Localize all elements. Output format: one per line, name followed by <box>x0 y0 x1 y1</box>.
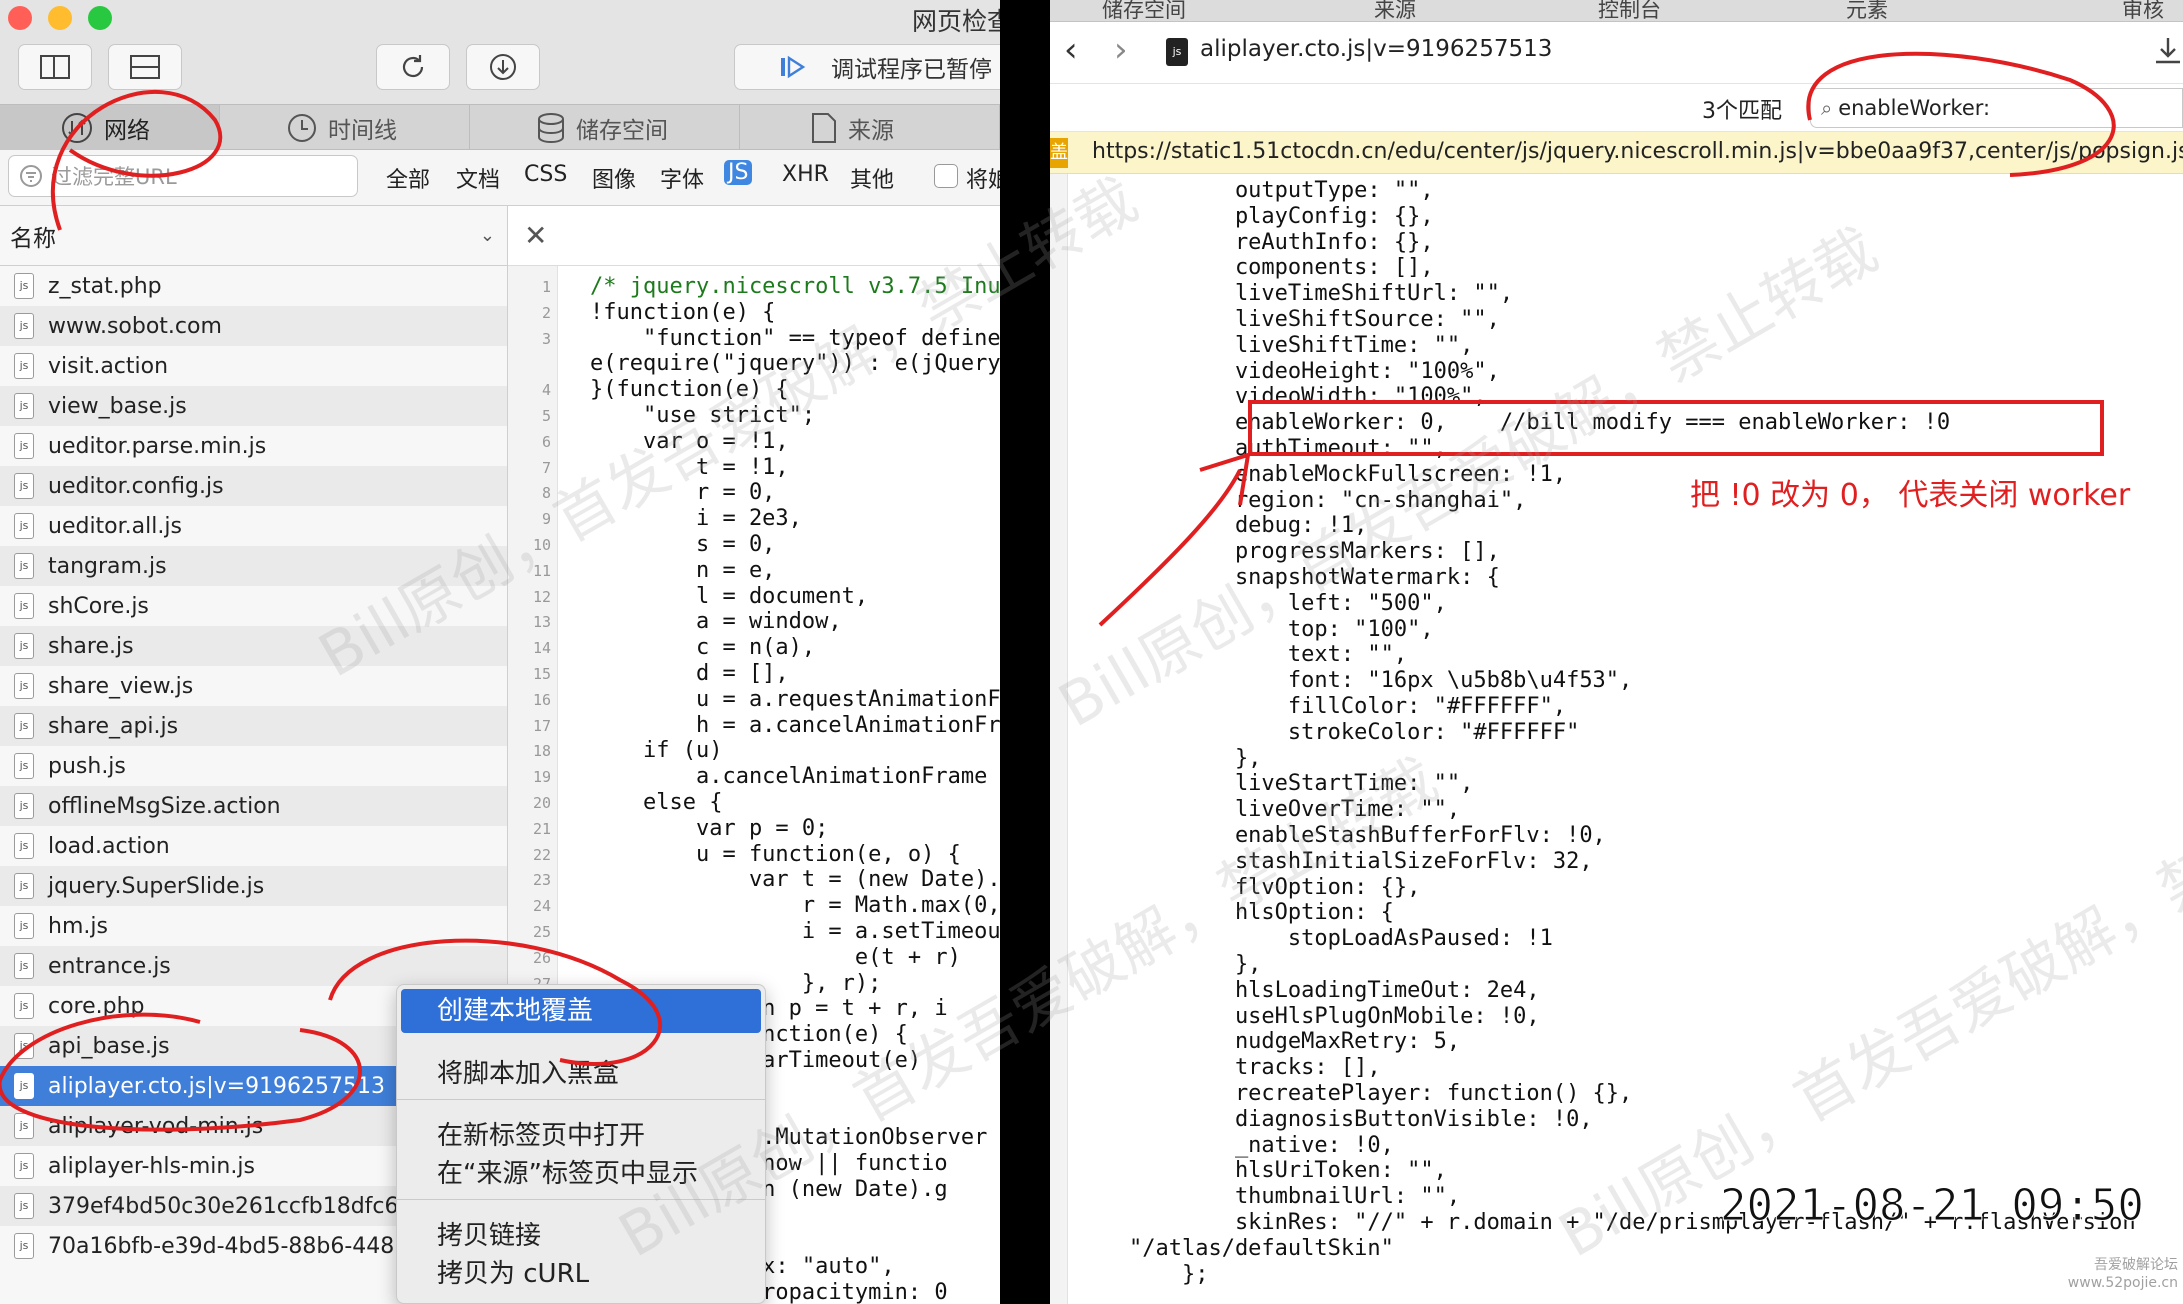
timestamp: 2021-08-21 09:50 <box>1720 1180 2145 1232</box>
annotation-circles-left <box>0 90 663 1132</box>
web-inspector-left: 网页检查 调试程序已暂停 网络 时间线 储存空间 来源 过滤完整URL 全部 文… <box>0 0 1000 1304</box>
annotation-arrow <box>1098 51 2116 627</box>
web-inspector-right: 储存空间 来源 控制台 元素 审核 ‹ › js aliplayer.cto.j… <box>1050 0 2183 1304</box>
footer-logo: 吾爱破解论坛 www.52pojie.cn <box>2067 1257 2178 1291</box>
